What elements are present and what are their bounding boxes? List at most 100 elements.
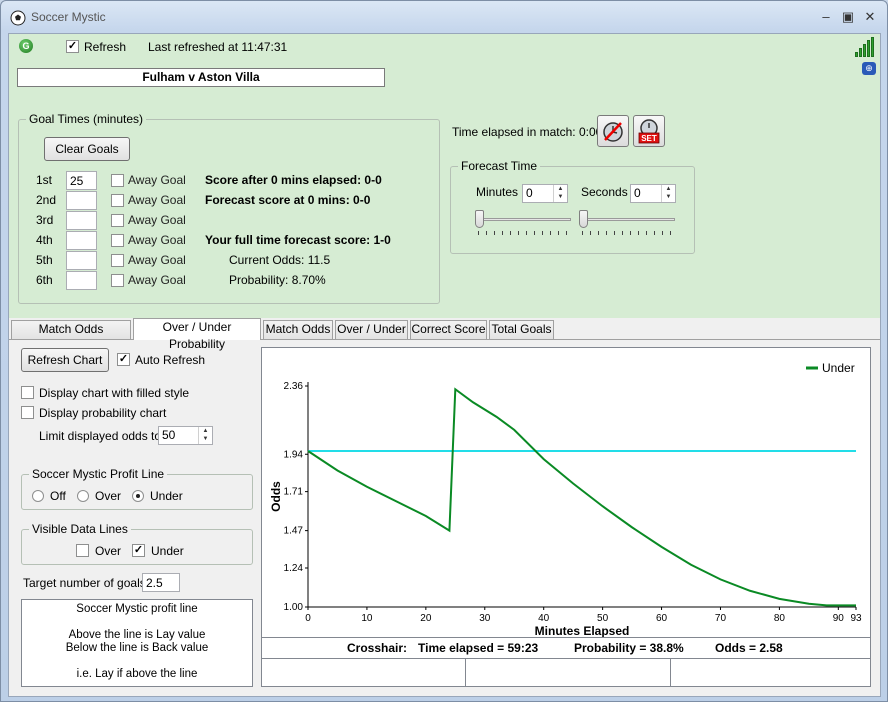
crosshair-probability: Probability = 38.8%	[574, 641, 684, 655]
goal-time-input[interactable]	[66, 211, 97, 230]
refresh-checkbox[interactable]: ✓	[66, 40, 79, 53]
legend-label: Under	[822, 361, 855, 375]
tab-total-goals[interactable]: Total Goals	[489, 320, 554, 339]
odds-chart[interactable]: 1.00 1.24 1.47 1.71 1.94 2.36 0 10 20 30 40 50 60 70 8…	[261, 347, 871, 687]
minutes-spinner[interactable]: 0 ▲ ▼	[522, 184, 568, 203]
tab-over-under-probability[interactable]: Over / Under Probability	[133, 318, 261, 351]
g-icon[interactable]: G	[19, 39, 33, 53]
y-tick-label: 1.94	[284, 449, 304, 460]
profit-under-radio[interactable]	[132, 490, 144, 502]
profit-over-radio[interactable]	[77, 490, 89, 502]
tab-match-odds[interactable]: Match Odds	[263, 320, 333, 339]
minutes-label: Minutes	[476, 185, 519, 199]
away-goal-label: Away Goal	[128, 193, 186, 207]
limit-odds-label: Limit displayed odds to	[39, 429, 162, 443]
auto-refresh-checkbox[interactable]: ✓	[117, 353, 130, 366]
away-goal-label: Away Goal	[128, 273, 186, 287]
info-line-2: Below the line is Back value	[65, 642, 209, 654]
svg-text:SET: SET	[641, 134, 657, 143]
visible-under-label: Under	[151, 544, 184, 558]
goal-time-input[interactable]	[66, 191, 97, 210]
goal-times-group: Goal Times (minutes) Clear Goals 1st 25 Aw…	[18, 112, 440, 304]
seconds-label: Seconds	[581, 185, 628, 199]
time-elapsed-text: Time elapsed in match: 0:00	[452, 125, 603, 139]
profit-under-label: Under	[150, 489, 183, 503]
refresh-chart-button[interactable]: Refresh Chart	[21, 348, 109, 372]
probability-chart-label: Display probability chart	[39, 406, 167, 420]
y-axis-label: Odds	[269, 481, 283, 512]
tab-match-odds-probability[interactable]: Match Odds Probability	[11, 320, 131, 353]
target-goals-input[interactable]: 2.5	[142, 573, 180, 592]
x-tick-label: 20	[420, 613, 432, 624]
tab-over-under[interactable]: Over / Under	[335, 320, 408, 339]
spinner-arrows-icon[interactable]: ▲ ▼	[553, 185, 567, 202]
clear-goals-button[interactable]: Clear Goals	[44, 137, 130, 161]
forecast-score-text: Forecast score at 0 mins: 0-0	[205, 193, 371, 207]
away-goal-checkbox[interactable]	[111, 234, 124, 247]
auto-refresh-label: Auto Refresh	[135, 353, 206, 367]
y-tick-label: 2.36	[284, 381, 304, 392]
tab-correct-score[interactable]: Correct Score	[410, 320, 487, 339]
goal-row-label: 1st	[36, 173, 53, 187]
toolbar: G ✓ Refresh Last refreshed at 11:47:31	[9, 34, 880, 58]
filled-style-checkbox[interactable]	[21, 386, 34, 399]
pin-icon[interactable]: ⊕	[862, 62, 876, 75]
spinner-arrows-icon[interactable]: ▲ ▼	[198, 427, 212, 444]
x-tick-label: 50	[597, 613, 609, 624]
spinner-arrows-icon[interactable]: ▲ ▼	[661, 185, 675, 202]
clock-reset-button[interactable]	[597, 115, 629, 147]
x-tick-label: 93	[850, 613, 862, 624]
goal-row-label: 4th	[36, 233, 53, 247]
goal-row-label: 6th	[36, 273, 53, 287]
x-tick-label: 30	[479, 613, 491, 624]
x-tick-label: 40	[538, 613, 550, 624]
away-goal-label: Away Goal	[128, 233, 186, 247]
close-button[interactable]: ✕	[861, 9, 879, 25]
crosshair-status: Crosshair: Time elapsed = 59:23 Probabil…	[262, 637, 870, 687]
away-goal-checkbox[interactable]	[111, 254, 124, 267]
seconds-slider[interactable]	[579, 209, 675, 235]
profit-off-label: Off	[50, 489, 66, 503]
profit-line-group: Soccer Mystic Profit Line Off Over Under	[21, 467, 253, 510]
current-odds-text: Current Odds: 11.5	[229, 253, 331, 267]
minimize-button[interactable]: –	[817, 9, 835, 25]
profit-over-label: Over	[95, 489, 122, 503]
probability-chart-checkbox[interactable]	[21, 406, 34, 419]
x-tick-label: 0	[305, 613, 311, 624]
away-goal-checkbox[interactable]	[111, 274, 124, 287]
away-goal-checkbox[interactable]	[111, 194, 124, 207]
goal-time-input[interactable]	[66, 271, 97, 290]
info-line-1: Above the line is Lay value	[68, 629, 206, 641]
goal-time-input[interactable]	[66, 231, 97, 250]
goal-time-input[interactable]: 25	[66, 171, 97, 190]
odds-chart-svg[interactable]: 1.00 1.24 1.47 1.71 1.94 2.36 0 10 20 30 40 50 60 70 8…	[262, 348, 870, 638]
seconds-spinner[interactable]: 0 ▲ ▼	[630, 184, 676, 203]
y-tick-label: 1.71	[284, 487, 304, 498]
x-tick-label: 10	[361, 613, 373, 624]
away-goal-checkbox[interactable]	[111, 214, 124, 227]
x-tick-label: 90	[833, 613, 845, 624]
minutes-slider[interactable]	[475, 209, 571, 235]
match-title: Fulham v Aston Villa	[17, 68, 385, 87]
match-panel: G ✓ Refresh Last refreshed at 11:47:31 ⊕…	[9, 34, 880, 318]
y-tick-label: 1.24	[284, 563, 304, 574]
goal-row-label: 3rd	[36, 213, 54, 227]
goal-time-input[interactable]	[66, 251, 97, 270]
maximize-button[interactable]: ▣	[839, 9, 857, 25]
window-title: Soccer Mystic	[31, 10, 106, 24]
profit-off-radio[interactable]	[32, 490, 44, 502]
y-tick-label: 1.47	[284, 526, 304, 537]
away-goal-checkbox[interactable]	[111, 174, 124, 187]
limit-odds-spinner[interactable]: 50 ▲ ▼	[158, 426, 213, 445]
clock-set-button[interactable]: SET	[633, 115, 665, 147]
visible-over-checkbox[interactable]	[76, 544, 89, 557]
soccer-ball-icon	[10, 10, 26, 26]
probability-text: Probability: 8.70%	[229, 273, 326, 287]
visible-lines-group: Visible Data Lines Over ✓ Under	[21, 522, 253, 565]
away-goal-label: Away Goal	[128, 213, 186, 227]
visible-under-checkbox[interactable]: ✓	[132, 544, 145, 557]
signal-strength-icon	[855, 37, 877, 57]
away-goal-label: Away Goal	[128, 253, 186, 267]
x-tick-label: 80	[774, 613, 786, 624]
clock-cancel-icon	[603, 122, 623, 142]
